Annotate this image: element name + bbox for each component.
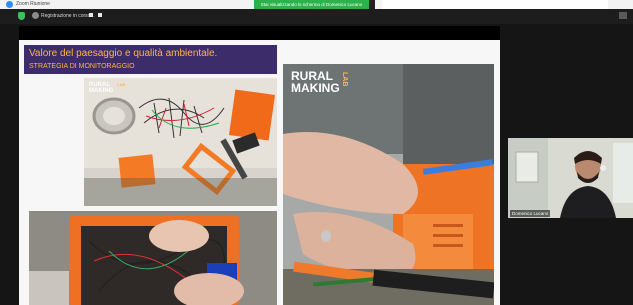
large-logo-tag: LAB bbox=[341, 72, 348, 87]
recording-status: Registrazione in corso... bbox=[41, 13, 95, 19]
stop-recording-icon[interactable] bbox=[98, 13, 102, 17]
slide-top-bar bbox=[19, 26, 500, 40]
recording-icon bbox=[32, 12, 39, 19]
large-logo-line2: MAKING bbox=[291, 81, 340, 95]
small-logo-tag: LAB bbox=[117, 82, 126, 87]
pause-recording-icon[interactable] bbox=[89, 13, 93, 17]
large-logo: RURAL MAKING LAB bbox=[291, 70, 348, 95]
window-title: Zoom Riunione bbox=[16, 1, 50, 7]
electronics-kit-photo: RURAL MAKING LAB bbox=[84, 78, 277, 206]
banner-options-button[interactable] bbox=[369, 0, 375, 9]
hands-assembly-photo: RURAL MAKING LAB bbox=[283, 64, 494, 305]
zoom-app-icon bbox=[6, 1, 13, 8]
participant-name: Domenico Lucano bbox=[510, 210, 551, 217]
security-shield-icon[interactable] bbox=[18, 12, 25, 20]
slide-subtitle: STRATEGIA DI MONITORAGGIO bbox=[29, 63, 135, 70]
meeting-toolbar bbox=[0, 9, 633, 24]
screen-share-banner[interactable]: Stai visualizzando lo schermo di Domenic… bbox=[254, 0, 369, 9]
participant-video-tile[interactable] bbox=[508, 138, 633, 218]
slide-title: Valore del paesaggio e qualità ambiental… bbox=[29, 48, 218, 59]
orange-case-photo bbox=[29, 211, 277, 305]
small-logo-line2: MAKING bbox=[89, 88, 114, 94]
small-logo: RURAL MAKING LAB bbox=[89, 82, 125, 94]
view-options-icon[interactable] bbox=[619, 12, 627, 19]
